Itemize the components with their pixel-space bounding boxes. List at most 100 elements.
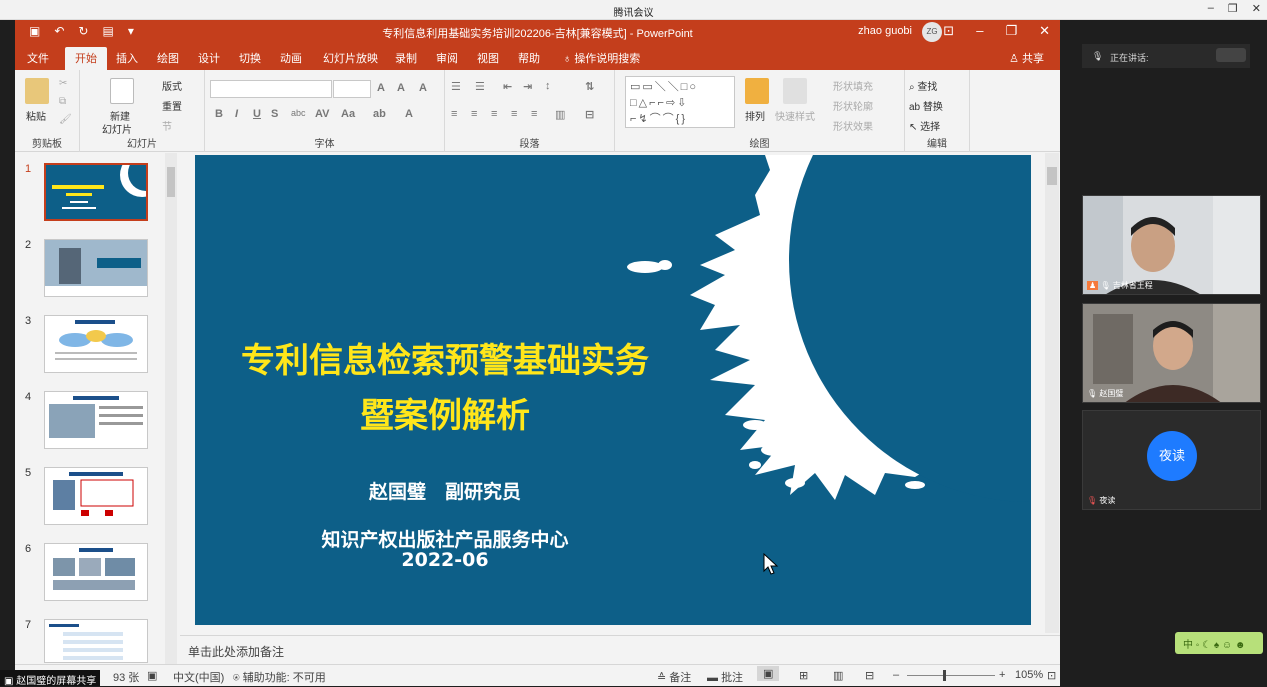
bold-icon[interactable]: B — [215, 108, 223, 120]
slide-thumbnail-5[interactable] — [44, 467, 148, 525]
spellcheck-icon[interactable]: ▣ — [147, 669, 157, 682]
tab-transitions[interactable]: 切换 — [239, 50, 261, 66]
tab-view[interactable]: 视图 — [477, 50, 499, 66]
slide-vertical-scrollbar[interactable] — [1045, 153, 1059, 633]
participant-tile-wangcheng[interactable]: ♟ 🎙 吉林省王程 — [1082, 195, 1261, 295]
slide-thumbnail-4[interactable] — [44, 391, 148, 449]
arrange-icon[interactable] — [745, 78, 769, 104]
notes-button[interactable]: ≙ 备注 — [657, 669, 691, 685]
change-case-icon[interactable]: Aa — [341, 108, 355, 120]
restore-icon[interactable]: ❐ — [1005, 23, 1017, 39]
tab-home[interactable]: 开始 — [65, 47, 107, 72]
zoom-slider[interactable] — [907, 675, 995, 676]
tab-file[interactable]: 文件 — [27, 50, 49, 66]
accessibility-status[interactable]: ⍟ 辅助功能: 不可用 — [233, 669, 326, 685]
participant-tile-yedu[interactable]: 夜读 🎙 夜读 — [1082, 410, 1261, 510]
thumbnail-row[interactable]: 4 — [15, 391, 165, 453]
thumbnail-scrollbar[interactable] — [165, 153, 177, 666]
user-avatar[interactable]: ZG — [922, 22, 942, 42]
new-slide-label-2[interactable]: 幻灯片 — [102, 121, 132, 136]
font-size-select[interactable] — [333, 80, 371, 98]
normal-view-icon[interactable]: ▣ — [757, 666, 780, 681]
tab-insert[interactable]: 插入 — [116, 50, 138, 66]
slide-thumbnail-1[interactable] — [44, 163, 148, 221]
slideshow-view-icon[interactable]: ⊟ — [865, 669, 874, 682]
tab-draw[interactable]: 绘图 — [157, 50, 179, 66]
select-button[interactable]: ↖ 选择 — [909, 118, 940, 133]
quick-styles-icon[interactable] — [783, 78, 807, 104]
decrease-indent-icon[interactable]: ⇤ — [503, 80, 512, 93]
fit-to-window-icon[interactable]: ⊡ — [1047, 669, 1056, 682]
minimize-icon[interactable]: – — [1208, 2, 1214, 15]
underline-icon[interactable]: U — [253, 108, 261, 120]
reset-button[interactable]: 重置 — [162, 98, 182, 113]
paste-button[interactable]: 粘贴 — [26, 108, 46, 123]
ime-toolbar[interactable]: 中 ◦ ☾ ♠ ☺ ☻ — [1175, 632, 1263, 654]
shape-fill-button[interactable]: 形状填充 — [833, 78, 873, 93]
tab-help[interactable]: 帮助 — [518, 50, 540, 66]
increase-font-icon[interactable]: A — [377, 82, 385, 94]
tab-slideshow[interactable]: 幻灯片放映 — [323, 50, 378, 66]
close-icon[interactable]: ✕ — [1252, 2, 1261, 15]
copy-icon[interactable]: ⧉ — [59, 96, 66, 107]
columns-icon[interactable]: ▥ — [555, 108, 565, 121]
slide-thumbnail-7[interactable] — [44, 619, 148, 663]
reading-view-icon[interactable]: ▥ — [833, 669, 843, 682]
scrollbar-thumb[interactable] — [1047, 167, 1057, 185]
minimize-icon[interactable]: – — [976, 23, 983, 39]
replace-button[interactable]: ab 替换 — [909, 98, 943, 113]
thumbnail-row[interactable]: 5 — [15, 467, 165, 529]
tab-record[interactable]: 录制 — [395, 50, 417, 66]
restore-icon[interactable]: ❐ — [1228, 2, 1238, 15]
char-spacing-icon[interactable]: AV — [315, 108, 329, 120]
tell-me-search[interactable]: ♁ 操作说明搜索 — [563, 50, 640, 66]
format-painter-icon[interactable]: 🖌 — [59, 114, 72, 125]
align-text-icon[interactable]: ⊟ — [585, 108, 594, 121]
clear-format-icon[interactable]: A — [419, 82, 427, 94]
zoom-level[interactable]: 105% — [1015, 669, 1043, 681]
thumbnail-row[interactable]: 2 — [15, 239, 165, 301]
shapes-gallery[interactable]: ▭▭＼＼□○ □△⌐⌐⇨⇩ ⌐↯⌒⌒{} — [625, 76, 735, 128]
italic-icon[interactable]: I — [235, 108, 238, 120]
slide-sorter-icon[interactable]: ⊞ — [799, 669, 808, 682]
font-family-select[interactable] — [210, 80, 332, 98]
thumbnail-row[interactable]: 1 — [15, 163, 165, 225]
shadow-icon[interactable]: S — [271, 108, 278, 120]
layout-button[interactable]: 版式 — [162, 78, 182, 93]
paste-icon[interactable] — [25, 78, 49, 104]
increase-indent-icon[interactable]: ⇥ — [523, 80, 532, 93]
zoom-out-icon[interactable]: – — [893, 669, 899, 681]
decrease-font-icon[interactable]: A — [397, 82, 405, 94]
align-left-icon[interactable]: ≡ — [451, 108, 457, 120]
highlight-icon[interactable]: ab — [373, 108, 386, 120]
bullets-icon[interactable]: ☰ — [451, 80, 461, 93]
quick-styles-button[interactable]: 快速样式 — [775, 108, 815, 123]
participant-tile-zhaoguobi[interactable]: 🎙 赵国璧 — [1082, 303, 1261, 403]
current-slide[interactable]: 专利信息检索预警基础实务 暨案例解析 赵国璧 副研究员 知识产权出版社产品服务中… — [195, 155, 1031, 625]
new-slide-icon[interactable] — [110, 78, 134, 104]
thumbnail-row[interactable]: 3 — [15, 315, 165, 377]
shape-effects-button[interactable]: 形状效果 — [833, 118, 873, 133]
shape-outline-button[interactable]: 形状轮廓 — [833, 98, 873, 113]
slide-thumbnail-6[interactable] — [44, 543, 148, 601]
align-right-icon[interactable]: ≡ — [491, 108, 497, 120]
arrange-button[interactable]: 排列 — [745, 108, 765, 123]
distributed-icon[interactable]: ≡ — [531, 108, 537, 120]
close-icon[interactable]: ✕ — [1039, 23, 1050, 39]
ribbon-display-icon[interactable]: ⊡ — [943, 23, 954, 39]
tab-design[interactable]: 设计 — [198, 50, 220, 66]
notes-pane[interactable]: 单击此处添加备注 — [180, 635, 1060, 663]
align-center-icon[interactable]: ≡ — [471, 108, 477, 120]
zoom-in-icon[interactable]: + — [999, 669, 1005, 681]
comments-button[interactable]: ▬ 批注 — [707, 669, 743, 685]
text-direction-icon[interactable]: ⇅ — [585, 80, 594, 93]
font-color-icon[interactable]: A — [405, 108, 413, 120]
language-status[interactable]: 中文(中国) — [173, 669, 224, 685]
share-button[interactable]: ♙ 共享 — [1009, 50, 1044, 66]
justify-icon[interactable]: ≡ — [511, 108, 517, 120]
zoom-slider-thumb[interactable] — [943, 670, 946, 681]
cut-icon[interactable]: ✂ — [59, 78, 67, 89]
tab-animations[interactable]: 动画 — [280, 50, 302, 66]
strikethrough-icon[interactable]: abc — [291, 108, 306, 118]
section-button[interactable]: 节 — [162, 118, 172, 133]
